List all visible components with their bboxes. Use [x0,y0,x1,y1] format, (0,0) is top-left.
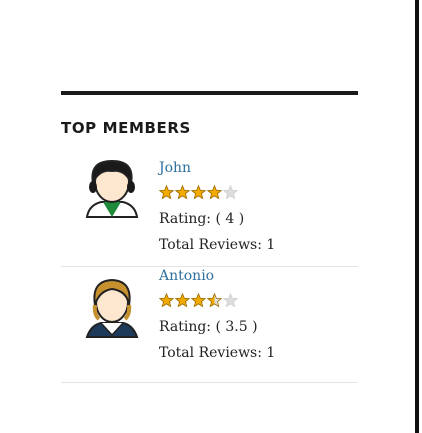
members-list: John Rating: ( 4 ) Total Reviews: 1 Anto… [61,159,358,383]
member-reviews-text: Total Reviews: 1 [159,237,276,253]
page-edge-rule [415,0,422,433]
member-reviews-text: Total Reviews: 1 [159,345,276,361]
star-icon [207,185,222,200]
member-item: Antonio Rating: ( 3.5 ) Total Reviews: 1 [61,267,358,383]
star-icon [175,185,190,200]
widget-top-rule [61,91,358,95]
member-info: John Rating: ( 4 ) Total Reviews: 1 [159,159,275,254]
member-name-link[interactable]: Antonio [159,267,275,285]
star-icon [159,293,174,308]
star-icon [159,185,174,200]
member-rating-text: Rating: ( 3.5 ) [159,319,258,335]
widget-title: TOP MEMBERS [61,119,191,137]
star-icon [207,293,222,308]
male-avatar-light-hair-icon[interactable] [81,275,143,341]
member-item: John Rating: ( 4 ) Total Reviews: 1 [61,159,358,267]
male-avatar-dark-hair-icon[interactable] [81,155,143,221]
star-icon [223,293,238,308]
member-rating-stars [159,293,275,309]
member-info: Antonio Rating: ( 3.5 ) Total Reviews: 1 [159,267,275,362]
member-rating-stars [159,185,275,201]
star-icon [223,185,238,200]
star-icon [191,293,206,308]
star-icon [175,293,190,308]
top-members-widget: TOP MEMBERS John Rating: (4) Total Rev… [61,91,358,383]
member-rating-text: Rating: ( 4 ) [159,211,245,227]
member-name-link[interactable]: John [159,159,275,177]
star-icon [191,185,206,200]
